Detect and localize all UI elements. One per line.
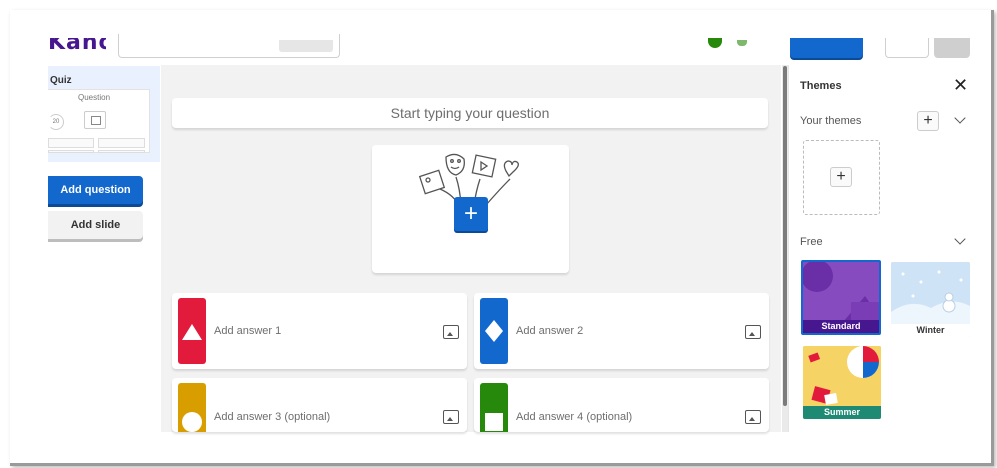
answer-input[interactable]: Add answer 1: [214, 325, 281, 337]
answer-color-bar: [480, 298, 508, 364]
theme-tile-standard[interactable]: Standard: [801, 260, 881, 335]
add-theme-button[interactable]: +: [917, 111, 939, 131]
free-themes-label: Free: [800, 236, 823, 248]
thumbnail-answer: [48, 138, 94, 148]
add-question-button[interactable]: Add question: [48, 176, 143, 204]
status-indicator-icon: [737, 40, 747, 46]
thumbnail-answer: [98, 138, 145, 148]
answer-color-bar: [480, 383, 508, 432]
answer-card-3[interactable]: Add answer 3 (optional): [172, 378, 467, 432]
user-menu-button[interactable]: [934, 38, 970, 58]
close-icon[interactable]: ✕: [953, 76, 968, 94]
answer-image-icon[interactable]: [745, 325, 761, 339]
logo-text: Kahoot!: [48, 38, 106, 54]
answer-input[interactable]: Add answer 3 (optional): [214, 411, 330, 423]
square-icon: [485, 413, 503, 431]
answer-image-icon[interactable]: [443, 410, 459, 424]
create-theme-button[interactable]: +: [830, 167, 852, 187]
exit-button[interactable]: [885, 38, 929, 58]
slide-type-label: Quiz: [50, 75, 72, 86]
settings-button[interactable]: [279, 40, 333, 52]
save-button[interactable]: [790, 38, 863, 58]
theme-name: Standard: [803, 320, 879, 333]
diamond-icon: [485, 320, 503, 342]
your-themes-label: Your themes: [800, 115, 862, 127]
answer-card-1[interactable]: Add answer 1: [172, 293, 467, 369]
thumbnail-timer-icon: 20: [48, 114, 64, 130]
answer-image-icon[interactable]: [443, 325, 459, 339]
answer-color-bar: [178, 298, 206, 364]
answer-image-icon[interactable]: [745, 410, 761, 424]
circle-icon: [182, 412, 202, 432]
theme-name: Summer: [803, 406, 881, 419]
answer-card-2[interactable]: Add answer 2: [474, 293, 769, 369]
answer-color-bar: [178, 383, 206, 432]
thumbnail-answer: [48, 150, 94, 153]
scrollbar-thumb[interactable]: [783, 66, 787, 406]
thumbnail-answer: [98, 150, 145, 153]
kahoot-title-input[interactable]: [118, 34, 340, 58]
theme-tile-summer[interactable]: Summer: [803, 346, 881, 419]
answer-card-4[interactable]: Add answer 4 (optional): [474, 378, 769, 432]
thumbnail-image-icon: [84, 111, 106, 129]
kahoot-logo[interactable]: Kahoot!: [48, 38, 106, 54]
themes-title: Themes: [800, 80, 842, 92]
thumbnail-question-label: Question: [78, 93, 111, 102]
answer-input[interactable]: Add answer 4 (optional): [516, 411, 632, 423]
add-slide-button[interactable]: Add slide: [48, 211, 143, 239]
triangle-icon: [182, 324, 202, 340]
theme-name: Winter: [891, 324, 970, 337]
question-input[interactable]: Start typing your question: [172, 98, 768, 128]
theme-tile-winter[interactable]: Winter: [891, 262, 970, 337]
answer-input[interactable]: Add answer 2: [516, 325, 583, 337]
add-media-button[interactable]: +: [454, 197, 488, 231]
